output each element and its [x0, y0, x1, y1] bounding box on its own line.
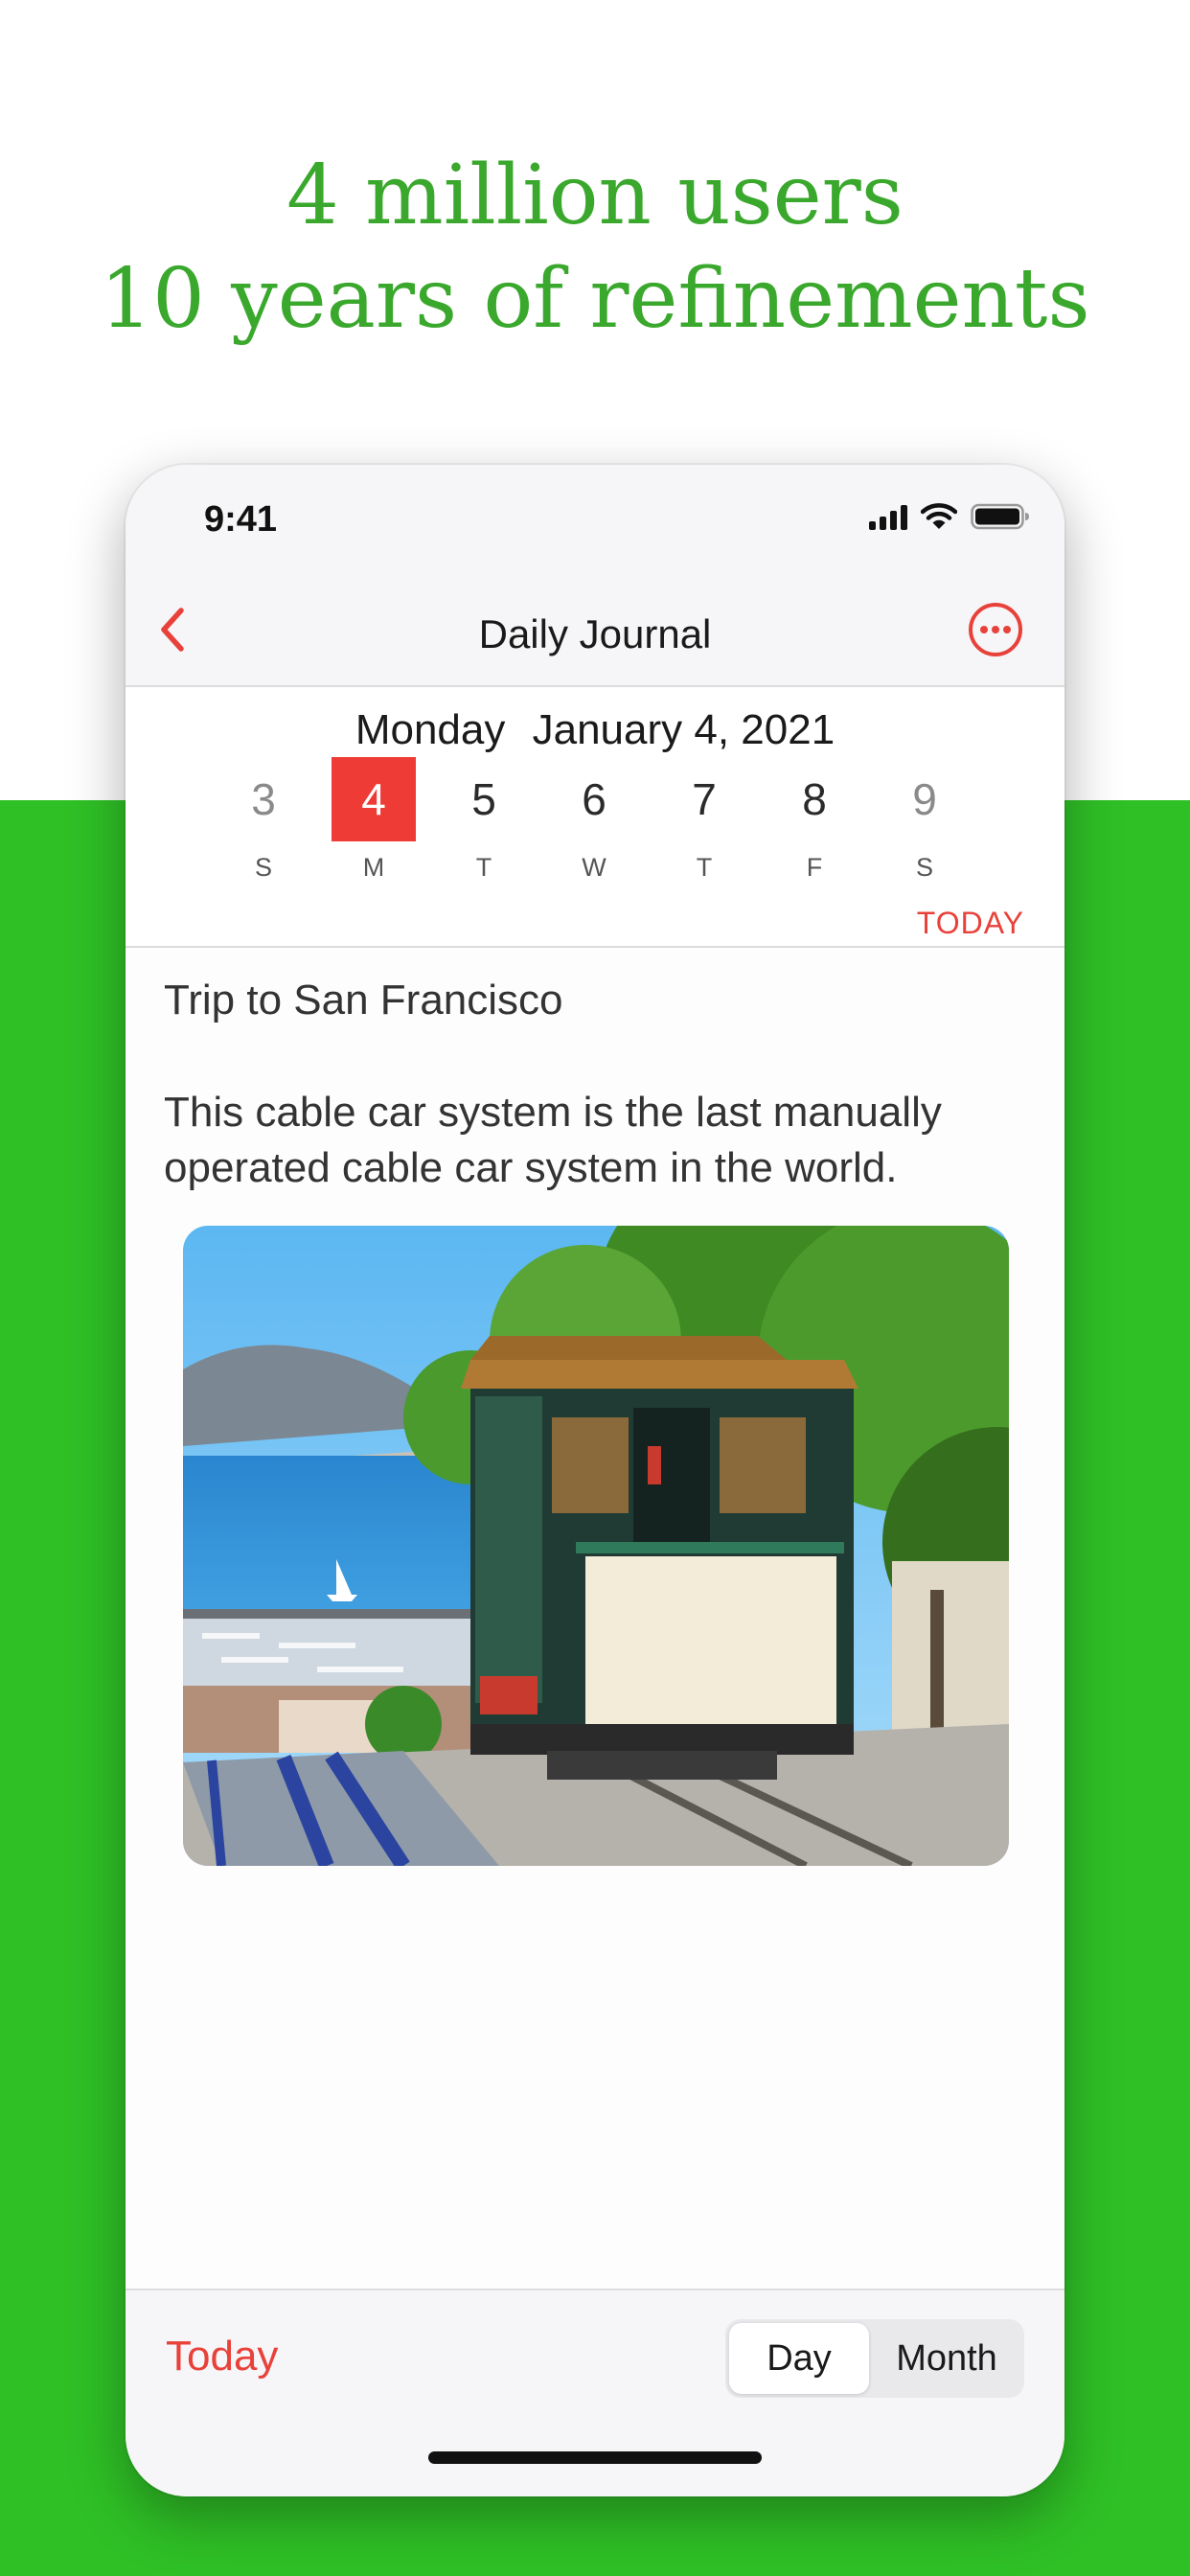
bottom-toolbar: Today Day Month — [126, 2288, 1064, 2496]
wifi-icon — [921, 503, 957, 529]
segment-month[interactable]: Month — [873, 2323, 1020, 2394]
page-title: Daily Journal — [478, 611, 712, 656]
day-number: 4 — [332, 757, 416, 841]
headline-line-1: 4 million users — [286, 148, 904, 243]
journal-entry[interactable]: Trip to San Francisco This cable car sys… — [126, 948, 1064, 2289]
day-number: 6 — [582, 774, 606, 824]
status-bar: 9:41 — [126, 465, 1064, 575]
selected-date: January 4, 2021 — [532, 706, 835, 753]
day-number: 7 — [692, 774, 717, 824]
week-day-8[interactable]: 8 F — [772, 757, 857, 883]
week-day-5[interactable]: 5 T — [442, 757, 526, 883]
day-letter: W — [582, 853, 606, 882]
day-number: 8 — [802, 774, 827, 824]
week-day-7[interactable]: 7 T — [662, 757, 746, 883]
battery-icon — [971, 503, 1029, 530]
view-mode-segmented-control: Day Month — [725, 2319, 1024, 2398]
phone-screen: 9:41 Daily Journal Monday January 4, 202… — [126, 465, 1064, 2496]
day-number: 3 — [251, 774, 276, 824]
selected-date-label: Monday January 4, 2021 — [126, 706, 1064, 754]
segment-day[interactable]: Day — [729, 2323, 869, 2394]
day-letter: T — [696, 853, 713, 882]
week-date-picker: Monday January 4, 2021 3 S 4 M 5 T 6 W 7 — [126, 687, 1064, 948]
day-letter: M — [362, 853, 385, 882]
cable-car-photo — [183, 1226, 1009, 1866]
week-day-3[interactable]: 3 S — [221, 757, 306, 883]
selected-weekday: Monday — [355, 706, 506, 753]
week-day-6[interactable]: 6 W — [552, 757, 636, 883]
navigation-bar: Daily Journal — [126, 575, 1064, 687]
home-indicator[interactable] — [428, 2451, 762, 2464]
ellipsis-circle-icon[interactable] — [967, 601, 1024, 658]
day-number: 9 — [912, 774, 937, 824]
cellular-signal-icon — [869, 505, 907, 530]
week-day-4-selected[interactable]: 4 M — [332, 757, 416, 883]
day-letter: S — [915, 853, 933, 882]
day-letter: S — [254, 853, 272, 882]
day-letter: F — [806, 853, 823, 882]
entry-photo[interactable] — [183, 1226, 1009, 1866]
week-day-9[interactable]: 9 S — [882, 757, 967, 883]
status-icons — [869, 503, 1030, 530]
status-time: 9:41 — [204, 499, 278, 540]
today-button[interactable]: Today — [166, 2333, 278, 2380]
day-number: 5 — [471, 774, 496, 824]
day-letter: T — [475, 853, 492, 882]
entry-body: This cable car system is the last manual… — [164, 1089, 942, 1191]
entry-title: Trip to San Francisco — [164, 977, 563, 1024]
promo-headline: 4 million users 10 years of refinements — [0, 144, 1190, 351]
today-link[interactable]: TODAY — [917, 906, 1024, 941]
headline-line-2: 10 years of refinements — [100, 251, 1090, 347]
